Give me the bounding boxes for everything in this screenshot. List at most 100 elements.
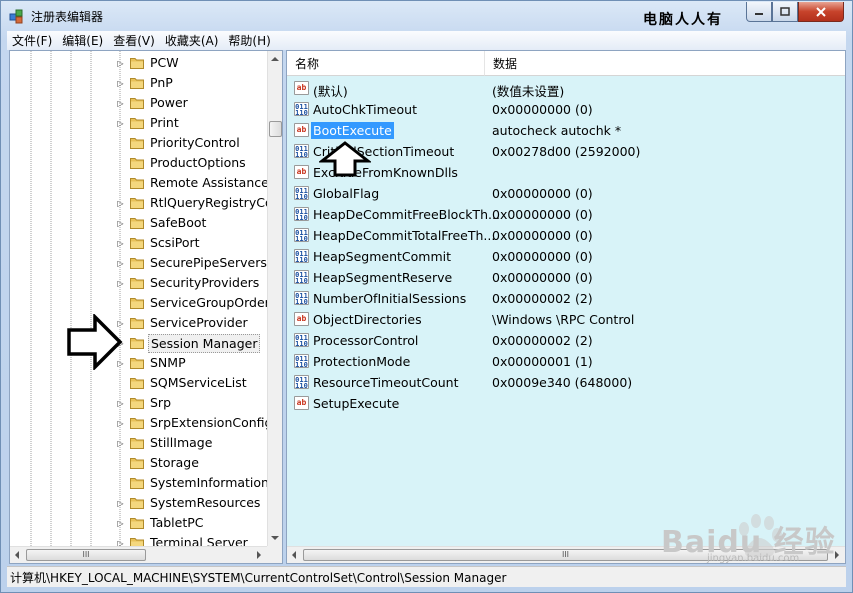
value-row[interactable]: 011 110 HeapSegmentCommit 0x00000000 (0): [287, 246, 845, 267]
tree-item-label[interactable]: SecurePipeServers: [148, 254, 269, 271]
value-name[interactable]: ResourceTimeoutCount: [311, 374, 461, 391]
tree-item[interactable]: ProductOptions: [10, 153, 268, 173]
tree-item-label[interactable]: Srp: [148, 394, 173, 411]
tree-item-label[interactable]: SystemInformation: [148, 474, 271, 491]
expand-triangle-icon[interactable]: ▷: [116, 79, 125, 88]
tree-item[interactable]: ▷ SecurePipeServers: [10, 253, 268, 273]
expand-triangle-icon[interactable]: ▷: [116, 499, 125, 508]
value-row[interactable]: 011 110 GlobalFlag 0x00000000 (0): [287, 183, 845, 204]
tree-item[interactable]: ▷ SNMP: [10, 353, 268, 373]
tree-item[interactable]: ▷ SrpExtensionConfig: [10, 413, 272, 433]
tree-item-label[interactable]: ServiceProvider: [148, 314, 250, 331]
tree-item[interactable]: ▷ SafeBoot: [10, 213, 268, 233]
tree-item[interactable]: ▷ ScsiPort: [10, 233, 268, 253]
tree-item[interactable]: ▷ Print: [10, 113, 268, 133]
registry-tree-pane[interactable]: ▷ PCW ▷ PnP ▷ Power ▷ Print PriorityControl Produ…: [9, 50, 283, 564]
tree-item[interactable]: ▷ PCW: [10, 53, 268, 73]
column-header-data[interactable]: 数据: [485, 51, 845, 76]
scroll-up-icon[interactable]: [271, 57, 279, 61]
tree-item[interactable]: SQMServiceList: [10, 373, 268, 393]
value-name[interactable]: HeapSegmentCommit: [311, 248, 453, 265]
value-row[interactable]: 011 110 ResourceTimeoutCount 0x0009e340 (6…: [287, 372, 845, 393]
tree-item[interactable]: ▷ PnP: [10, 73, 268, 93]
tree-item[interactable]: PriorityControl: [10, 133, 268, 153]
tree-item[interactable]: SystemInformation: [10, 473, 271, 493]
menu-view[interactable]: 查看(V): [108, 32, 160, 49]
tree-horizontal-scrollbar[interactable]: III: [10, 546, 267, 563]
value-name[interactable]: HeapSegmentReserve: [311, 269, 454, 286]
tree-vscroll-thumb[interactable]: [269, 121, 282, 137]
registry-values-pane[interactable]: 名称 数据 ab (默认) (数值未设置) 011 110 AutoChkTimeout…: [286, 50, 846, 564]
tree-item[interactable]: ▷Session Manager: [10, 333, 268, 353]
menu-edit[interactable]: 编辑(E): [57, 32, 108, 49]
tree-hscroll-thumb[interactable]: III: [26, 549, 146, 561]
tree-item-label[interactable]: Session Manager: [148, 334, 261, 353]
scroll-left-icon[interactable]: [292, 551, 296, 559]
tree-item-label[interactable]: PnP: [148, 74, 175, 91]
value-name[interactable]: ProtectionMode: [311, 353, 412, 370]
tree-item-label[interactable]: SecurityProviders: [148, 274, 261, 291]
scroll-right-icon[interactable]: [257, 551, 261, 559]
tree-item-label[interactable]: SQMServiceList: [148, 374, 249, 391]
tree-item-label[interactable]: Remote Assistance: [148, 174, 271, 191]
menu-help[interactable]: 帮助(H): [223, 32, 275, 49]
value-name[interactable]: AutoChkTimeout: [311, 101, 419, 118]
tree-item[interactable]: ▷ StillImage: [10, 433, 268, 453]
column-header-name[interactable]: 名称: [287, 51, 485, 76]
value-name[interactable]: (默认): [311, 80, 350, 101]
menu-file[interactable]: 文件(F): [7, 32, 57, 49]
value-row[interactable]: ab ObjectDirectories \Windows \RPC Control: [287, 309, 845, 330]
value-row[interactable]: 011 110 HeapDeCommitFreeBlockTh... 0x00000…: [287, 204, 845, 225]
tree-item-label[interactable]: StillImage: [148, 434, 214, 451]
title-bar[interactable]: 注册表编辑器 电脑人人有: [1, 1, 852, 31]
expand-triangle-icon[interactable]: ▷: [116, 239, 125, 248]
value-name[interactable]: HeapDeCommitFreeBlockTh...: [311, 206, 502, 223]
value-row[interactable]: ab BootExecute autocheck autochk *: [287, 120, 845, 141]
maximize-button[interactable]: [772, 2, 798, 22]
tree-item-label[interactable]: PriorityControl: [148, 134, 242, 151]
expand-triangle-icon[interactable]: ▷: [116, 219, 125, 228]
value-name[interactable]: ProcessorControl: [311, 332, 420, 349]
value-name[interactable]: ObjectDirectories: [311, 311, 424, 328]
tree-item-label[interactable]: SNMP: [148, 354, 188, 371]
tree-item-label[interactable]: SafeBoot: [148, 214, 208, 231]
tree-item[interactable]: ▷ SystemResources: [10, 493, 268, 513]
tree-item-label[interactable]: ProductOptions: [148, 154, 248, 171]
tree-item-label[interactable]: Print: [148, 114, 181, 131]
tree-item-label[interactable]: SystemResources: [148, 494, 262, 511]
tree-item[interactable]: ▷ TabletPC: [10, 513, 268, 533]
expand-triangle-icon[interactable]: ▷: [116, 519, 125, 528]
tree-item[interactable]: ▷ Power: [10, 93, 268, 113]
close-button[interactable]: [798, 2, 844, 22]
expand-triangle-icon[interactable]: ▷: [116, 439, 125, 448]
tree-item-label[interactable]: PCW: [148, 54, 181, 71]
value-name[interactable]: NumberOfInitialSessions: [311, 290, 468, 307]
menu-favorites[interactable]: 收藏夹(A): [160, 32, 224, 49]
tree-item[interactable]: Remote Assistance: [10, 173, 271, 193]
tree-item-label[interactable]: Power: [148, 94, 190, 111]
tree-item-label[interactable]: ScsiPort: [148, 234, 202, 251]
tree-item-label[interactable]: ServiceGroupOrder: [148, 294, 272, 311]
value-row[interactable]: 011 110 ProtectionMode 0x00000001 (1): [287, 351, 845, 372]
tree-item[interactable]: ▷ RtlQueryRegistryCor: [10, 193, 277, 213]
expand-triangle-icon[interactable]: ▷: [116, 99, 125, 108]
scroll-down-icon[interactable]: [271, 536, 279, 540]
expand-triangle-icon[interactable]: ▷: [116, 279, 125, 288]
expand-triangle-icon[interactable]: ▷: [116, 419, 125, 428]
tree-item-label[interactable]: RtlQueryRegistryCor: [148, 194, 280, 211]
value-row[interactable]: 011 110 HeapDeCommitTotalFreeTh... 0x00000…: [287, 225, 845, 246]
expand-triangle-icon[interactable]: ▷: [116, 59, 125, 68]
expand-triangle-icon[interactable]: ▷: [116, 399, 125, 408]
tree-item-label[interactable]: TabletPC: [148, 514, 206, 531]
tree-item[interactable]: ▷ Srp: [10, 393, 268, 413]
value-row[interactable]: ab (默认) (数值未设置): [287, 78, 845, 101]
scroll-left-icon[interactable]: [15, 551, 19, 559]
expand-triangle-icon[interactable]: ▷: [116, 259, 125, 268]
minimize-button[interactable]: [746, 2, 772, 22]
value-row[interactable]: ab SetupExecute: [287, 393, 845, 414]
value-row[interactable]: 011 110 ProcessorControl 0x00000002 (2): [287, 330, 845, 351]
value-row[interactable]: 011 110 AutoChkTimeout 0x00000000 (0): [287, 99, 845, 120]
tree-vertical-scrollbar[interactable]: [267, 51, 282, 546]
value-name[interactable]: HeapDeCommitTotalFreeTh...: [311, 227, 497, 244]
expand-triangle-icon[interactable]: ▷: [116, 199, 125, 208]
